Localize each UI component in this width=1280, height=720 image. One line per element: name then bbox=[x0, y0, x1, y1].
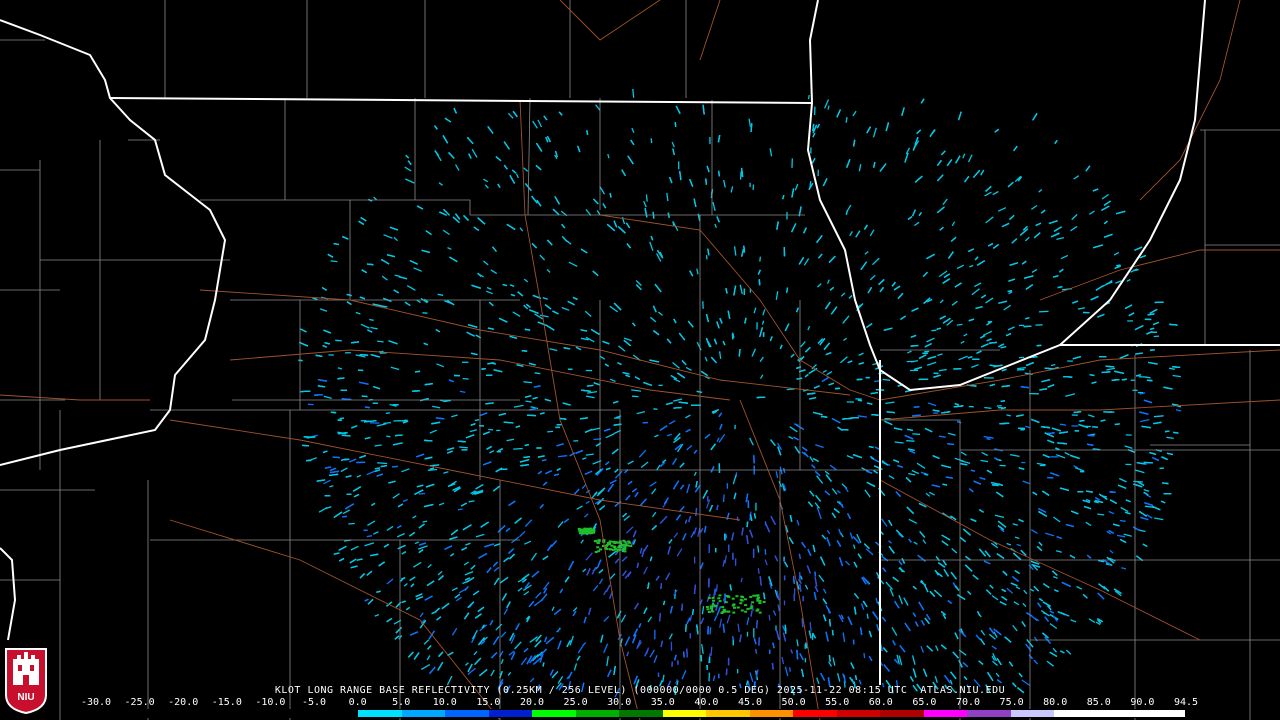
colorbar-segment bbox=[749, 710, 794, 717]
scale-tick-label: -25.0 bbox=[124, 697, 155, 708]
colorbar-segment bbox=[1097, 710, 1142, 717]
scale-tick-labels: -30.0 -25.0 -20.0 -15.0 -10.0 -5.0 0.0 5.0 10.0 1… bbox=[81, 697, 1198, 709]
scale-tick-label: 20.0 bbox=[519, 697, 545, 708]
scale-tick-label: -15.0 bbox=[211, 697, 242, 708]
colorbar-segment bbox=[227, 710, 272, 717]
colorbar-segment bbox=[314, 710, 359, 717]
scale-tick-label: 55.0 bbox=[825, 697, 850, 708]
reflectivity-colorbar bbox=[96, 709, 1186, 718]
scale-tick-label: 70.0 bbox=[955, 697, 981, 708]
colorbar-segment bbox=[1141, 710, 1185, 717]
scale-tick-label: -20.0 bbox=[168, 697, 199, 708]
colorbar-segment bbox=[706, 710, 750, 717]
scale-tick-label: 25.0 bbox=[563, 697, 588, 708]
scale-tick-label: 94.5 bbox=[1173, 697, 1199, 708]
scale-tick-label: 15.0 bbox=[476, 697, 501, 708]
colorbar-segment bbox=[575, 710, 620, 717]
scale-tick-label: 75.0 bbox=[999, 697, 1024, 708]
scale-tick-label: 35.0 bbox=[650, 697, 675, 708]
radar-header: KLOT LONG RANGE BASE REFLECTIVITY (0.25K… bbox=[274, 685, 1006, 696]
scale-tick-label: 90.0 bbox=[1130, 697, 1155, 708]
scale-tick-label: -10.0 bbox=[255, 697, 286, 708]
scale-tick-label: 60.0 bbox=[868, 697, 893, 708]
scale-tick-label: 0.0 bbox=[348, 697, 367, 708]
colorbar-segment bbox=[793, 710, 837, 717]
radar-map bbox=[0, 0, 1280, 720]
colorbar-segment bbox=[488, 710, 533, 717]
colorbar-segment bbox=[97, 710, 141, 717]
scale-tick-label: 30.0 bbox=[607, 697, 632, 708]
colorbar-segment bbox=[271, 710, 315, 717]
scale-tick-label: 65.0 bbox=[912, 697, 937, 708]
scale-tick-label: 10.0 bbox=[432, 697, 457, 708]
colorbar-segment bbox=[923, 710, 968, 717]
colorbar-segment bbox=[1010, 710, 1055, 717]
niu-logo: NIU bbox=[5, 648, 47, 715]
colorbar-segment bbox=[184, 710, 228, 717]
scale-tick-label: 80.0 bbox=[1043, 697, 1068, 708]
scale-tick-label: -30.0 bbox=[80, 697, 112, 708]
colorbar-segment bbox=[662, 710, 707, 717]
scale-tick-label: 45.0 bbox=[737, 697, 763, 708]
scale-tick-label: -5.0 bbox=[301, 697, 327, 708]
scale-tick-label: 85.0 bbox=[1086, 697, 1111, 708]
colorbar-segment bbox=[967, 710, 1011, 717]
colorbar-segment bbox=[619, 710, 663, 717]
scale-tick-label: 40.0 bbox=[694, 697, 719, 708]
colorbar-segment bbox=[140, 710, 185, 717]
colorbar-segment bbox=[880, 710, 924, 717]
colorbar-segment bbox=[445, 710, 489, 717]
niu-logo-text: NIU bbox=[17, 692, 34, 703]
colorbar-segment bbox=[1054, 710, 1098, 717]
colorbar-segment bbox=[401, 710, 446, 717]
colorbar-segment bbox=[358, 710, 402, 717]
scale-tick-label: 50.0 bbox=[781, 697, 806, 708]
colorbar-segment bbox=[836, 710, 881, 717]
colorbar-segment bbox=[532, 710, 576, 717]
scale-tick-label: 5.0 bbox=[392, 697, 411, 708]
